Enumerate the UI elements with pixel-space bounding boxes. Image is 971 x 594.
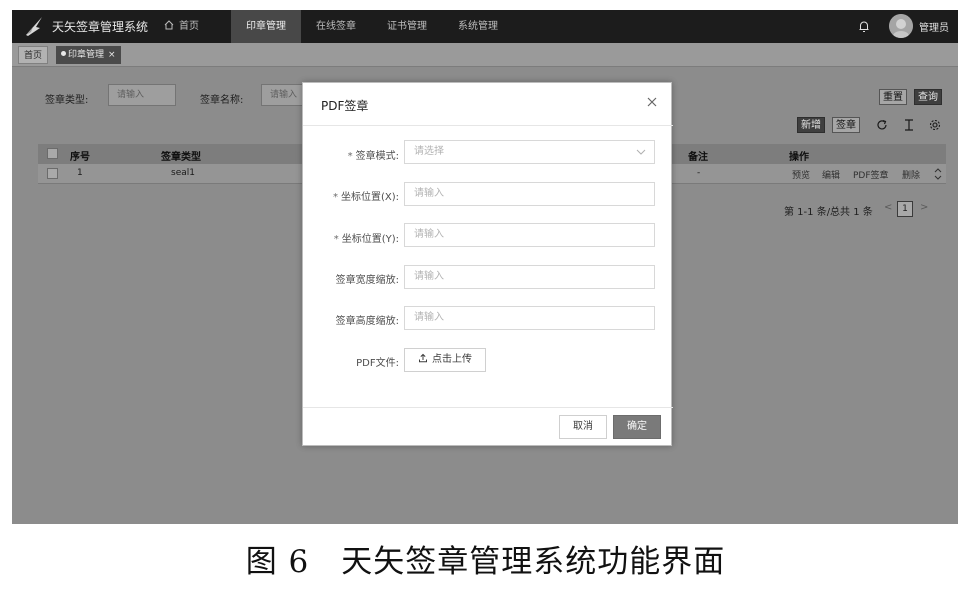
nav-item-system-management[interactable]: 系统管理 (458, 10, 498, 43)
search-button[interactable]: 查询 (914, 89, 942, 105)
nav-item-seal-management[interactable]: 印章管理 (231, 10, 301, 43)
width-scale-label: 签章宽度缩放: (335, 275, 399, 286)
upload-icon (419, 353, 427, 363)
select-all-checkbox[interactable] (47, 148, 58, 159)
seal-type-label: 签章类型: (45, 95, 89, 106)
nav-item-online-signing[interactable]: 在线签章 (316, 10, 356, 43)
height-scale-input[interactable]: 请输入 (404, 306, 655, 330)
y-position-input[interactable]: 请输入 (404, 223, 655, 247)
width-scale-input[interactable]: 请输入 (404, 265, 655, 289)
nav-item-certificate-management[interactable]: 证书管理 (387, 10, 427, 43)
tab-strip: 首页 印章管理 × (12, 43, 958, 67)
cancel-button[interactable]: 取消 (559, 415, 607, 439)
nav-item-system-management-label: 系统管理 (458, 21, 498, 32)
edit-link[interactable]: 编辑 (822, 168, 840, 181)
nav-item-home-label: 首页 (179, 21, 199, 32)
x-position-label-text: 坐标位置(X): (340, 192, 399, 203)
row-checkbox[interactable] (47, 168, 58, 179)
tab-home[interactable]: 首页 (18, 46, 49, 64)
avatar[interactable] (889, 14, 913, 38)
refresh-icon[interactable] (876, 119, 888, 131)
app-title: 天矢签章管理系统 (52, 20, 149, 34)
column-header-seal-type: 签章类型 (161, 152, 201, 163)
home-icon (164, 20, 174, 30)
seal-name-label: 签章名称: (200, 95, 244, 106)
settings-icon[interactable] (929, 119, 941, 131)
row-remark: - (697, 168, 701, 178)
column-header-actions: 操作 (789, 152, 809, 163)
next-page-button[interactable]: > (920, 202, 928, 213)
prev-page-button[interactable]: < (884, 202, 892, 213)
nav-item-home[interactable]: 首页 (164, 10, 222, 43)
y-position-label: * 坐标位置(Y): (303, 230, 399, 245)
seal-mode-label: * 签章模式: (303, 147, 399, 162)
pdf-file-label: PDF文件: (356, 358, 399, 369)
delete-link[interactable]: 删除 (902, 168, 920, 181)
upload-button[interactable]: 点击上传 (404, 348, 486, 372)
x-position-input[interactable]: 请输入 (404, 182, 655, 206)
sign-button[interactable]: 签章 (832, 117, 860, 133)
column-header-index: 序号 (70, 152, 90, 163)
logo-icon (26, 17, 42, 36)
column-header-remark: 备注 (688, 152, 708, 163)
seal-mode-placeholder: 请选择 (414, 146, 444, 157)
seal-type-input[interactable]: 请输入 (108, 84, 176, 106)
preview-link[interactable]: 预览 (792, 168, 810, 181)
nav-item-certificate-management-label: 证书管理 (387, 21, 427, 32)
figure: { "app": { "title": "天矢签章管理系统", "user_na… (0, 0, 971, 594)
seal-mode-label-text: 签章模式: (355, 151, 399, 162)
seal-mode-select[interactable]: 请选择 (404, 140, 655, 164)
nav-item-online-signing-label: 在线签章 (316, 21, 356, 32)
nav-item-seal-management-label: 印章管理 (246, 21, 286, 32)
tab-seal-management[interactable]: 印章管理 × (56, 46, 121, 64)
modal-title: PDF签章 (321, 99, 369, 113)
tab-seal-management-label: 印章管理 (68, 50, 105, 60)
tab-close-icon[interactable]: × (108, 50, 116, 60)
column-height-icon[interactable] (903, 119, 915, 131)
user-avatar-icon (889, 14, 913, 38)
user-name[interactable]: 管理员 (919, 19, 949, 34)
pdf-sign-modal: PDF签章 * 签章模式: 请选择 * 坐标位置(X): 请输入 * 坐标位置(Y):… (302, 82, 673, 446)
active-dot-icon (61, 51, 66, 56)
tab-home-label: 首页 (24, 51, 43, 61)
reset-button[interactable]: 重置 (879, 89, 907, 105)
row-index: 1 (77, 168, 83, 178)
y-position-label-text: 坐标位置(Y): (341, 234, 399, 245)
chevron-down-icon (636, 149, 646, 155)
upload-button-label: 点击上传 (432, 354, 472, 365)
row-seal-type: seal1 (171, 168, 195, 178)
add-button[interactable]: 新增 (797, 117, 825, 133)
pdf-sign-link[interactable]: PDF签章 (853, 168, 889, 181)
confirm-button[interactable]: 确定 (613, 415, 661, 439)
x-position-label: * 坐标位置(X): (303, 188, 399, 203)
top-nav-bar: 天矢签章管理系统 首页 印章管理 在线签章 证书管理 系统管理 管理员 (12, 10, 958, 43)
close-icon[interactable] (645, 95, 659, 109)
modal-header-divider (303, 125, 673, 126)
modal-footer-divider (303, 407, 673, 408)
bell-icon[interactable] (858, 20, 870, 33)
scroll-arrows-icon[interactable] (934, 167, 942, 181)
required-mark: * (347, 151, 353, 162)
required-mark: * (333, 234, 339, 245)
height-scale-label: 签章高度缩放: (335, 316, 399, 327)
required-mark: * (332, 192, 338, 203)
figure-caption: 图 6 天矢签章管理系统功能界面 (245, 544, 726, 580)
current-page-button[interactable]: 1 (897, 201, 913, 217)
pagination-summary: 第 1-1 条/总共 1 条 (784, 207, 873, 218)
